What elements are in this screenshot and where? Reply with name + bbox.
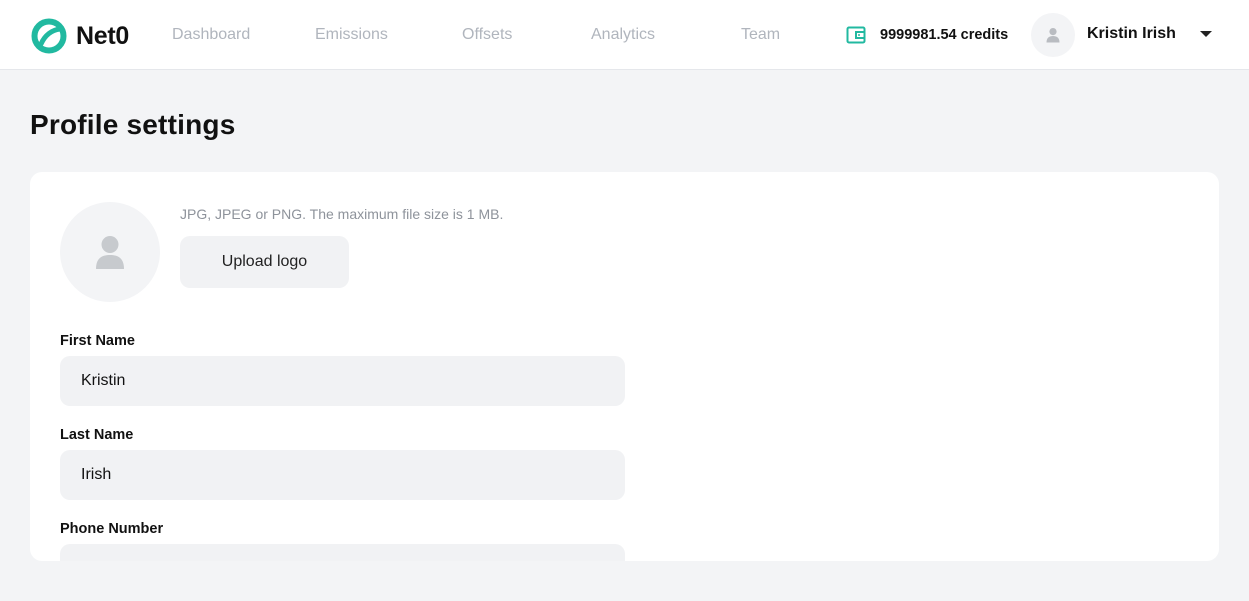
user-avatar[interactable] (1031, 13, 1075, 57)
nav-item-emissions[interactable]: Emissions (315, 26, 388, 44)
brand-name: Net0 (76, 21, 129, 50)
brand-logo[interactable]: Net0 (30, 17, 129, 55)
top-navigation-bar: Net0 Dashboard Emissions Offsets Analyti… (0, 0, 1249, 70)
upload-logo-button[interactable]: Upload logo (180, 236, 349, 288)
net0-logo-icon (31, 18, 67, 54)
nav-item-dashboard[interactable]: Dashboard (172, 26, 250, 44)
credits-amount: 9999981.54 credits (880, 27, 1009, 43)
user-placeholder-icon (96, 236, 124, 269)
user-placeholder-icon (1046, 28, 1060, 43)
caret-down-icon[interactable] (1199, 29, 1213, 39)
upload-hint: JPG, JPEG or PNG. The maximum file size … (180, 206, 504, 222)
nav-item-team[interactable]: Team (741, 26, 780, 44)
last-name-label: Last Name (60, 427, 134, 443)
phone-number-field[interactable] (60, 544, 625, 561)
credits-balance[interactable]: 9999981.54 credits (846, 25, 1008, 45)
last-name-field[interactable]: Irish (60, 450, 625, 500)
wallet-icon (846, 26, 866, 44)
first-name-label: First Name (60, 333, 135, 349)
user-name[interactable]: Kristin Irish (1087, 25, 1176, 43)
profile-settings-card: JPG, JPEG or PNG. The maximum file size … (30, 172, 1219, 561)
page-title: Profile settings (30, 109, 236, 140)
first-name-field[interactable]: Kristin (60, 356, 625, 406)
nav-item-analytics[interactable]: Analytics (591, 26, 655, 44)
phone-number-label: Phone Number (60, 521, 164, 537)
last-name-value: Irish (81, 466, 112, 483)
first-name-value: Kristin (81, 372, 126, 389)
profile-logo-avatar (60, 202, 160, 302)
nav-item-offsets[interactable]: Offsets (462, 26, 512, 44)
